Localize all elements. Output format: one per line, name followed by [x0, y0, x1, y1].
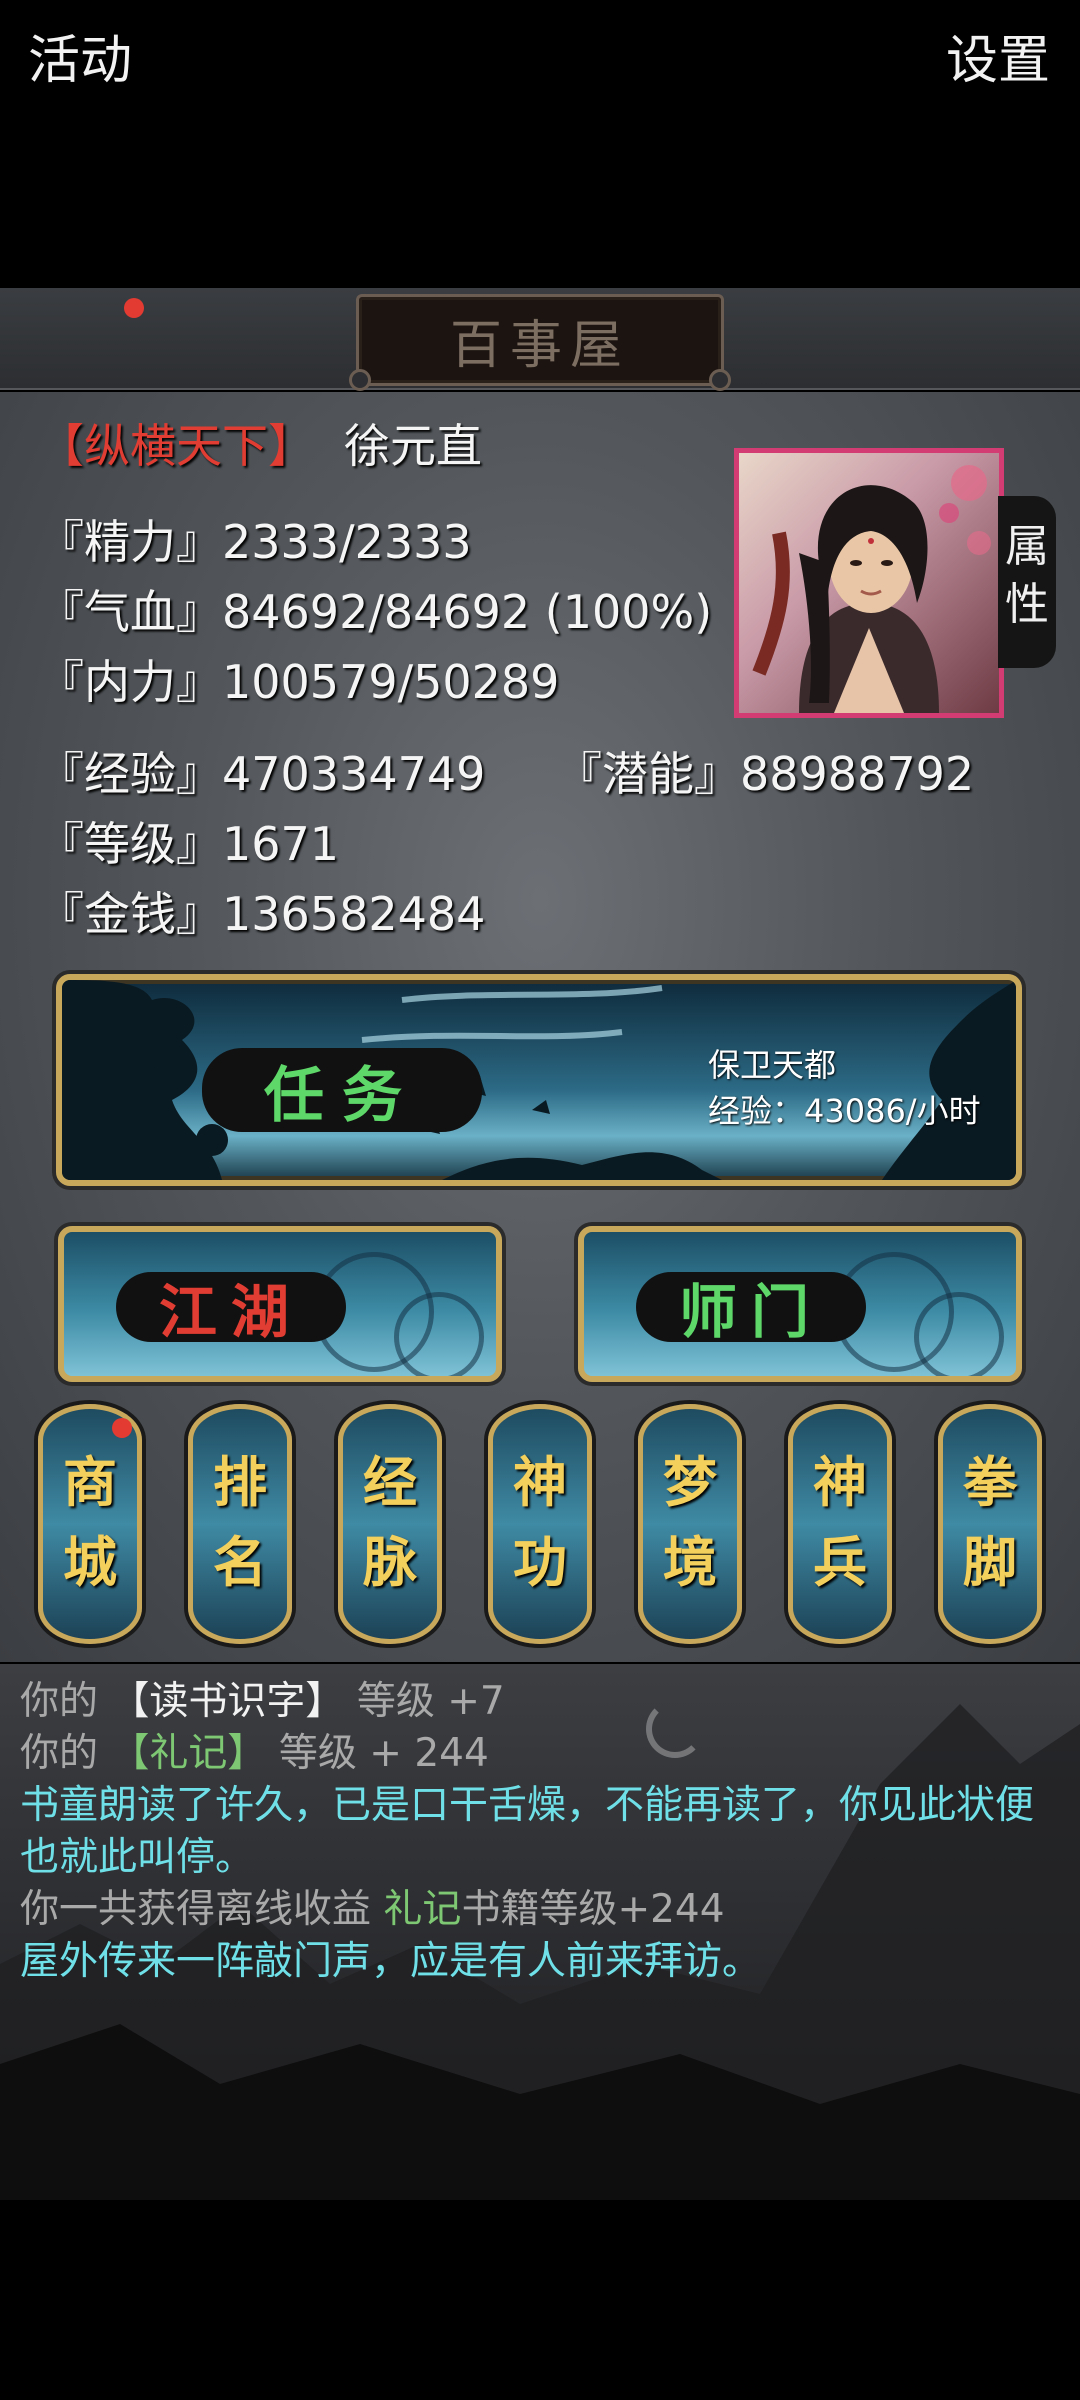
label-top: 经	[363, 1450, 417, 1514]
stat-dengji: 『等级』1671	[38, 817, 340, 871]
bottom-blank-area	[0, 2200, 1080, 2400]
label-top: 商	[63, 1450, 117, 1514]
character-portrait[interactable]	[734, 448, 1004, 718]
log-book-name: 礼记	[383, 1887, 462, 1932]
log-line: 书童朗读了许久，已是口干舌燥，不能再读了，你见此状便也就此叫停。	[20, 1783, 1035, 1880]
dreamland-button[interactable]: 梦境	[638, 1404, 742, 1644]
divine-skill-button-label: 神功	[488, 1442, 592, 1602]
log-book-name: 【读书识字】	[110, 1679, 345, 1724]
stat-jingli: 『精力』2333/2333	[38, 515, 472, 569]
label-bottom: 境	[663, 1530, 717, 1594]
shop-notification-dot	[112, 1418, 132, 1438]
fist-kick-button-label: 拳脚	[938, 1442, 1042, 1602]
jianghu-button[interactable]: 江湖	[58, 1226, 502, 1382]
log-line: 屋外传来一阵敲门声，应是有人前来拜访。	[20, 1939, 762, 1984]
divine-skill-button[interactable]: 神功	[488, 1404, 592, 1644]
quest-exp-rate: 经验：43086/小时	[708, 1092, 981, 1130]
label-bottom: 名	[213, 1530, 267, 1594]
shop-button-label: 商城	[38, 1442, 142, 1602]
title-ornament-right	[709, 369, 731, 391]
label-bottom: 脚	[963, 1530, 1017, 1594]
quest-info: 保卫天都 经验：43086/小时	[708, 1042, 981, 1134]
log-text: 你一共获得离线收益	[20, 1887, 372, 1932]
title-ornament-left	[349, 369, 371, 391]
stat-jinqian: 『金钱』136582484	[38, 887, 486, 941]
log-text: 等级 +7	[356, 1679, 505, 1724]
log-text: 书籍等级+244	[461, 1887, 725, 1932]
meridians-button[interactable]: 经脉	[338, 1404, 442, 1644]
activity-notification-dot	[124, 298, 144, 318]
log-text: 你的	[20, 1731, 99, 1776]
ranking-button-label: 排名	[188, 1442, 292, 1602]
ranking-button[interactable]: 排名	[188, 1404, 292, 1644]
activity-button[interactable]: 活动	[28, 18, 132, 93]
cloud-swirl	[914, 1292, 1004, 1376]
stat-qianneng: 『潜能』88988792	[556, 747, 975, 801]
attribute-tab-char-1: 属	[1005, 521, 1049, 572]
log-line: 你的 【礼记】 等级 + 244	[20, 1728, 1060, 1780]
log-line: 你的 【读书识字】 等级 +7	[20, 1676, 1060, 1728]
log-book-name: 【礼记】	[110, 1731, 267, 1776]
log-lines: 你的 【读书识字】 等级 +7 你的 【礼记】 等级 + 244 书童朗读了许久…	[20, 1676, 1060, 1988]
jianghu-label: 江湖	[116, 1272, 346, 1346]
label-top: 神	[813, 1450, 867, 1514]
page-title: 百事屋	[449, 315, 630, 376]
loading-spinner-icon	[646, 1700, 704, 1758]
label-bottom: 兵	[813, 1530, 867, 1594]
top-blank-area	[0, 0, 1080, 288]
divine-weapon-button-label: 神兵	[788, 1442, 892, 1602]
attribute-tab[interactable]: 属 性	[998, 496, 1056, 668]
quest-name: 保卫天都	[708, 1046, 837, 1084]
label-top: 拳	[963, 1450, 1017, 1514]
stat-jingyan: 『经验』470334749	[38, 747, 486, 801]
shimen-label: 师门	[636, 1272, 866, 1346]
label-bottom: 功	[513, 1530, 567, 1594]
cloud-swirl	[394, 1292, 484, 1376]
meridians-button-label: 经脉	[338, 1442, 442, 1602]
label-bottom: 城	[63, 1530, 117, 1594]
quest-banner[interactable]: 任务 保卫天都 经验：43086/小时	[56, 974, 1022, 1186]
player-name: 徐元直	[344, 419, 482, 473]
title-plate: 百事屋	[349, 294, 731, 391]
label-top: 梦	[663, 1450, 717, 1514]
attribute-tab-char-2: 性	[1005, 579, 1049, 630]
log-text: 你的	[20, 1679, 99, 1724]
label-top: 神	[513, 1450, 567, 1514]
stat-neili: 『内力』100579/50289	[38, 655, 560, 709]
shop-button[interactable]: 商城	[38, 1404, 142, 1644]
log-line: 你一共获得离线收益 礼记书籍等级+244	[20, 1884, 1060, 1936]
fist-kick-button[interactable]: 拳脚	[938, 1404, 1042, 1644]
rank-title: 【纵横天下】	[38, 419, 314, 473]
divine-weapon-button[interactable]: 神兵	[788, 1404, 892, 1644]
quest-label: 任务	[202, 1048, 482, 1132]
label-bottom: 脉	[363, 1530, 417, 1594]
label-top: 排	[213, 1450, 267, 1514]
message-log[interactable]: 你的 【读书识字】 等级 +7 你的 【礼记】 等级 + 244 书童朗读了许久…	[0, 1664, 1080, 2200]
stat-qixue: 『气血』84692/84692 (100%)	[38, 585, 713, 639]
log-text: 等级 + 244	[278, 1731, 489, 1776]
dreamland-button-label: 梦境	[638, 1442, 742, 1602]
settings-button[interactable]: 设置	[946, 18, 1050, 93]
shimen-button[interactable]: 师门	[578, 1226, 1022, 1382]
portrait-illustration	[752, 465, 991, 713]
